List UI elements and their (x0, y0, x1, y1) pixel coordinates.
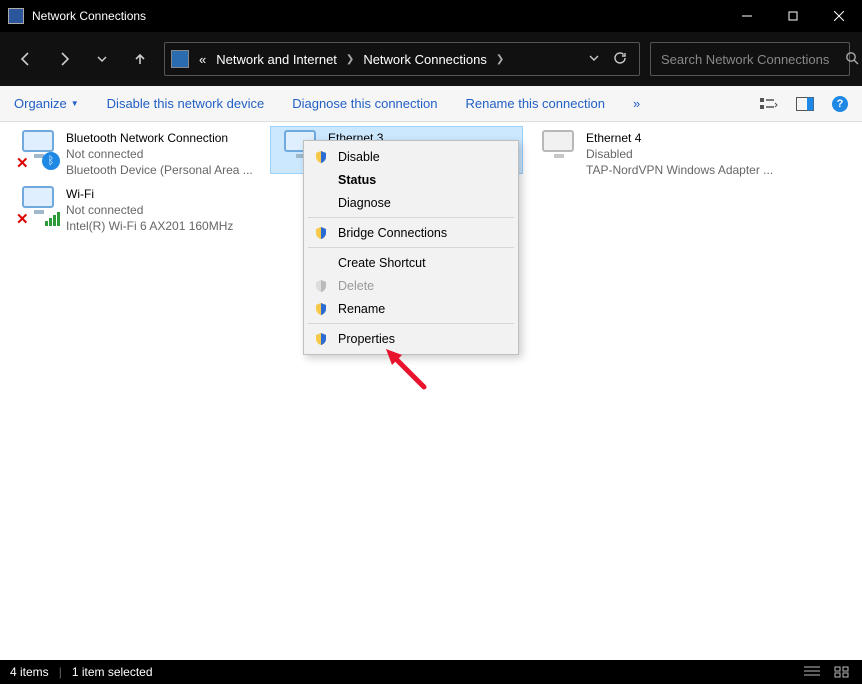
annotation-arrow (384, 347, 428, 394)
ctx-label: Rename (338, 302, 385, 316)
connection-device: TAP-NordVPN Windows Adapter ... (586, 162, 773, 178)
connection-name: Ethernet 4 (586, 130, 773, 146)
maximize-button[interactable] (770, 0, 816, 32)
breadcrumb-network-connections[interactable]: Network Connections (359, 52, 491, 67)
details-view-button[interactable] (802, 664, 822, 680)
app-icon (8, 8, 24, 24)
preview-pane-button[interactable] (796, 95, 814, 113)
forward-button[interactable] (50, 45, 78, 73)
connection-ethernet4[interactable]: Ethernet 4 Disabled TAP-NordVPN Windows … (528, 126, 781, 182)
connection-wifi[interactable]: ✕ Wi-Fi Not connected Intel(R) Wi-Fi 6 A… (8, 182, 261, 238)
status-item-count: 4 items (10, 665, 49, 679)
close-button[interactable] (816, 0, 862, 32)
ctx-disable[interactable]: Disable (306, 145, 516, 168)
connection-status: Disabled (586, 146, 773, 162)
address-dropdown-icon[interactable] (589, 52, 599, 66)
shield-icon (314, 302, 328, 316)
content-area: ✕ ᛒ Bluetooth Network Connection Not con… (0, 122, 862, 660)
navigation-row: « Network and Internet ❯ Network Connect… (0, 32, 862, 86)
shield-icon (314, 279, 328, 293)
ctx-delete: Delete (306, 274, 516, 297)
diagnose-connection-button[interactable]: Diagnose this connection (292, 96, 437, 111)
breadcrumb-prefix[interactable]: « (195, 52, 210, 67)
signal-bars-icon (45, 212, 60, 226)
breadcrumb-network-and-internet[interactable]: Network and Internet (212, 52, 341, 67)
search-icon[interactable] (845, 51, 859, 68)
connection-status: Not connected (66, 146, 253, 162)
connection-device: Bluetooth Device (Personal Area ... (66, 162, 253, 178)
organize-menu[interactable]: Organize ▼ (14, 96, 79, 111)
search-input[interactable] (661, 52, 837, 67)
back-button[interactable] (12, 45, 40, 73)
ctx-bridge[interactable]: Bridge Connections (306, 221, 516, 244)
connection-status: Not connected (66, 202, 233, 218)
minimize-button[interactable] (724, 0, 770, 32)
disconnected-x-icon: ✕ (16, 210, 32, 226)
breadcrumb: « Network and Internet ❯ Network Connect… (195, 52, 583, 67)
address-bar[interactable]: « Network and Internet ❯ Network Connect… (164, 42, 640, 76)
ctx-diagnose[interactable]: Diagnose (306, 191, 516, 214)
connection-bluetooth[interactable]: ✕ ᛒ Bluetooth Network Connection Not con… (8, 126, 261, 182)
rename-connection-button[interactable]: Rename this connection (465, 96, 604, 111)
command-bar: Organize ▼ Disable this network device D… (0, 86, 862, 122)
bluetooth-icon: ᛒ (42, 152, 60, 170)
network-adapter-icon: ✕ (16, 186, 60, 226)
disconnected-x-icon: ✕ (16, 154, 32, 170)
organize-label: Organize (14, 96, 67, 111)
connection-name: Wi-Fi (66, 186, 233, 202)
status-selected-count: 1 item selected (72, 665, 153, 679)
network-adapter-icon (536, 130, 580, 170)
network-adapter-icon: ✕ ᛒ (16, 130, 60, 170)
large-icons-view-button[interactable] (832, 664, 852, 680)
status-separator: | (59, 665, 62, 679)
ctx-rename[interactable]: Rename (306, 297, 516, 320)
ctx-label: Bridge Connections (338, 226, 447, 240)
view-options-button[interactable] (760, 95, 778, 113)
ctx-create-shortcut[interactable]: Create Shortcut (306, 251, 516, 274)
help-button[interactable]: ? (832, 96, 848, 112)
refresh-button[interactable] (613, 51, 627, 68)
chevron-right-icon[interactable]: ❯ (493, 54, 507, 65)
ctx-status[interactable]: Status (306, 168, 516, 191)
ctx-label: Disable (338, 150, 380, 164)
connection-device: Intel(R) Wi-Fi 6 AX201 160MHz (66, 218, 233, 234)
shield-icon (314, 150, 328, 164)
status-bar: 4 items | 1 item selected (0, 660, 862, 684)
chevron-down-icon: ▼ (71, 99, 79, 108)
titlebar: Network Connections (0, 0, 862, 32)
up-button[interactable] (126, 45, 154, 73)
ctx-label: Status (338, 173, 376, 187)
ctx-label: Create Shortcut (338, 256, 426, 270)
context-menu: Disable Status Diagnose Bridge Connectio… (303, 140, 519, 355)
connection-name: Bluetooth Network Connection (66, 130, 253, 146)
chevron-right-icon[interactable]: ❯ (343, 54, 357, 65)
location-icon (171, 50, 189, 68)
ctx-label: Delete (338, 279, 374, 293)
recent-locations-button[interactable] (88, 45, 116, 73)
shield-icon (314, 332, 328, 346)
disable-device-button[interactable]: Disable this network device (107, 96, 265, 111)
search-box[interactable] (650, 42, 850, 76)
more-commands-button[interactable]: » (633, 96, 640, 111)
ctx-label: Diagnose (338, 196, 391, 210)
window-title: Network Connections (32, 9, 724, 23)
ctx-label: Properties (338, 332, 395, 346)
shield-icon (314, 226, 328, 240)
